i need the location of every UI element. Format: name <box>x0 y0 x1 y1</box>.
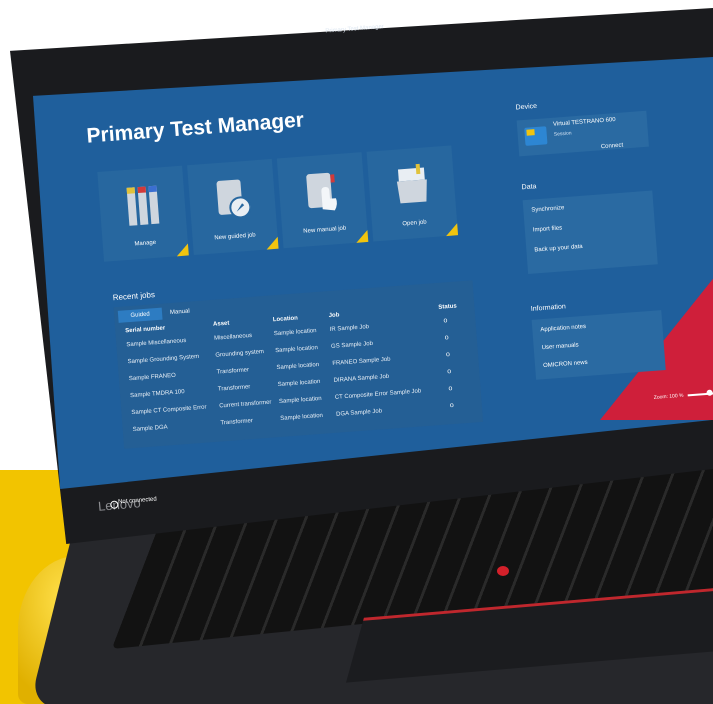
window-title: Primary Test Manager <box>325 24 385 35</box>
status-circle-icon: o <box>448 385 453 393</box>
status-circle-icon: o <box>444 334 449 342</box>
zoom-slider-handle[interactable] <box>706 389 713 396</box>
page-title: Primary Test Manager <box>85 108 305 148</box>
recent-jobs-title: Recent jobs <box>112 290 156 303</box>
tile-corner <box>175 243 189 257</box>
device-card[interactable] <box>516 110 649 157</box>
column-job[interactable]: Job <box>329 312 340 319</box>
device-icon <box>524 126 548 146</box>
guided-job-icon <box>216 179 252 219</box>
status-circle-icon: o <box>447 368 452 376</box>
app-ui: Primary Test Manager ⚙ ? — □ ✕ Primary T… <box>40 0 713 509</box>
tile-corner <box>445 223 459 237</box>
status-circle-icon: o <box>445 351 451 359</box>
trackpoint <box>497 566 509 576</box>
photo-scene: Lenovo Primary Test Manager ⚙ ? — □ ✕ Pr… <box>0 0 713 704</box>
tile-open-job[interactable]: Open job <box>366 145 459 242</box>
tile-new-guided-job[interactable]: New guided job <box>187 158 279 256</box>
tile-corner <box>265 236 279 250</box>
information-title: Information <box>530 303 567 313</box>
status-circle-icon: o <box>449 401 454 410</box>
column-asset[interactable]: Asset <box>213 321 230 328</box>
connect-button[interactable]: Connect <box>601 143 624 151</box>
tile-new-manual-job[interactable]: New manual job <box>276 152 369 249</box>
tile-manage[interactable]: Manage <box>97 165 189 262</box>
window-controls[interactable]: ⚙ ? — □ ✕ <box>607 0 670 3</box>
tab-manual[interactable]: Manual <box>170 306 191 319</box>
status-circle-icon: o <box>443 317 448 325</box>
binders-icon <box>126 185 160 226</box>
zoom-label: Zoom: 100 % <box>653 392 684 401</box>
device-title: Device <box>515 102 538 112</box>
tile-corner <box>355 229 369 243</box>
manual-job-icon <box>306 172 337 211</box>
open-job-icon <box>396 163 427 204</box>
data-title: Data <box>521 183 537 192</box>
